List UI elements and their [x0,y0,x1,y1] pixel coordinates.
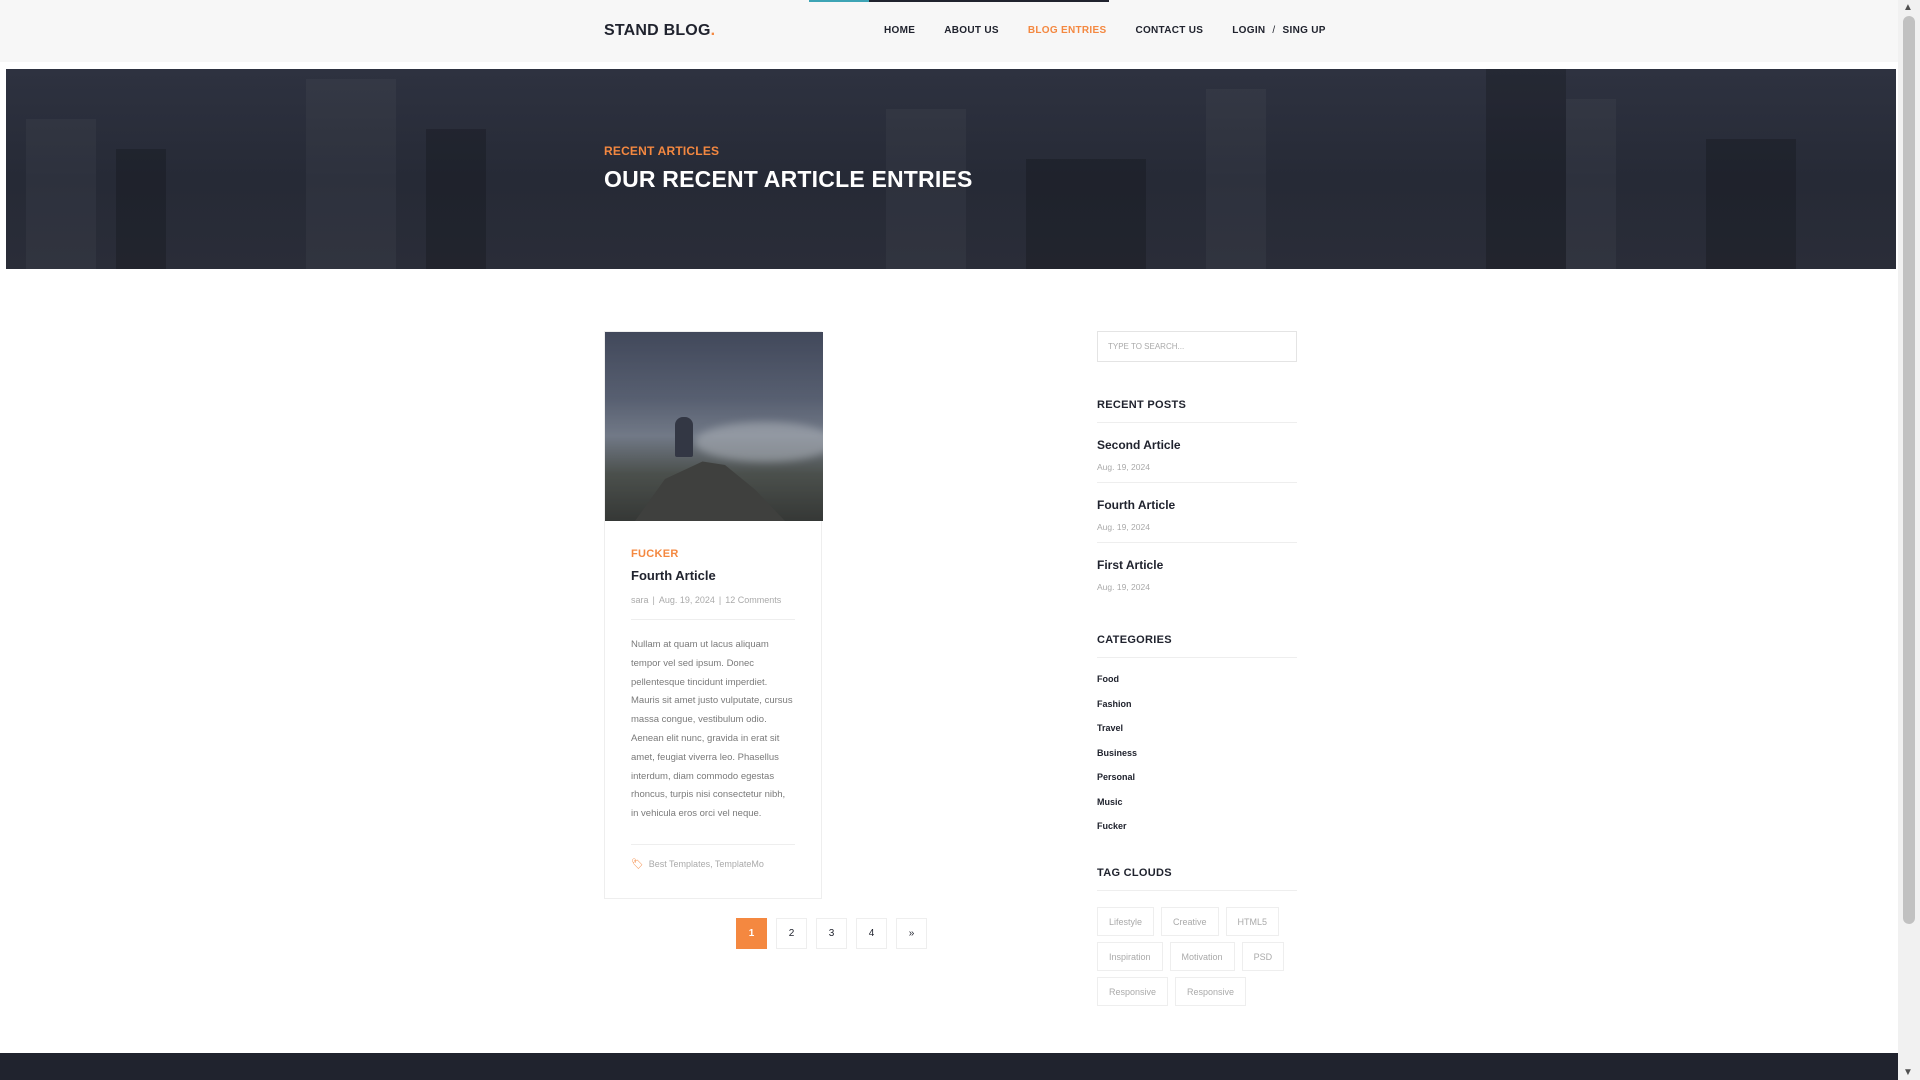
category-list: Food Fashion Travel Business Personal Mu… [1097,674,1297,846]
recent-post-title[interactable]: First Article [1097,558,1297,572]
page-heading-banner: RECENT ARTICLES OUR RECENT ARTICLE ENTRI… [6,69,1896,269]
post-date[interactable]: Aug. 19, 2024 [659,595,715,605]
page-scrollbar[interactable]: ▲ ▼ [1898,0,1920,1080]
post-category[interactable]: FUCKER [631,548,795,560]
nav-login[interactable]: LOGIN [1232,25,1265,36]
post-title[interactable]: Fourth Article [631,568,795,583]
blog-post-card: FUCKER Fourth Article sara | Aug. 19, 20… [604,331,823,899]
category-link-music[interactable]: Music [1097,797,1297,822]
tag-responsive[interactable]: Responsive [1175,976,1247,1006]
post-comments[interactable]: 12 Comments [725,595,781,605]
nav-contact[interactable]: CONTACT US [1135,25,1203,36]
tags-icon: 🏷 [631,858,644,870]
tag-clouds-heading: TAG CLOUDS [1097,867,1297,891]
page-1-button[interactable]: 1 [736,918,767,949]
recent-post-date: Aug. 19, 2024 [1097,522,1150,532]
nav-signup[interactable]: SING UP [1283,25,1326,36]
category-link-travel[interactable]: Travel [1097,723,1297,748]
tag-psd[interactable]: PSD [1241,941,1285,971]
page-title: OUR RECENT ARTICLE ENTRIES [604,166,973,192]
post-meta: sara | Aug. 19, 2024 | 12 Comments [631,595,782,605]
site-header: STAND BLOG. HOME ABOUT US BLOG ENTRIES C… [0,0,1898,62]
recent-post-title[interactable]: Second Article [1097,438,1297,452]
site-footer [0,1053,1898,1080]
header-accent-line [809,0,1109,2]
recent-post-item[interactable]: Second Article Aug. 19, 2024 [1097,423,1297,483]
recent-posts-heading: RECENT POSTS [1097,399,1297,423]
post-thumbnail[interactable] [605,332,823,521]
tag-motivation[interactable]: Motivation [1169,941,1235,971]
next-page-button[interactable]: » [896,918,927,949]
nav-about[interactable]: ABOUT US [944,25,999,36]
tag-lifestyle[interactable]: Lifestyle [1097,906,1155,936]
nav-blog-entries[interactable]: BLOG ENTRIES [1028,25,1107,36]
pagination: 1 2 3 4 » [736,918,927,949]
scroll-up-arrow-icon[interactable]: ▲ [1903,2,1913,13]
category-link-food[interactable]: Food [1097,674,1297,699]
post-author[interactable]: sara [631,595,649,605]
divider [631,619,795,620]
categories-heading: CATEGORIES [1097,634,1297,658]
tag-cloud: Lifestyle Creative HTML5 Inspiration Mot… [1097,906,1297,1006]
recent-post-item[interactable]: Fourth Article Aug. 19, 2024 [1097,483,1297,543]
tag-creative[interactable]: Creative [1161,906,1219,936]
main-nav: HOME ABOUT US BLOG ENTRIES CONTACT US LO… [884,25,1326,36]
hero-subtitle: RECENT ARTICLES [604,144,720,158]
recent-post-title[interactable]: Fourth Article [1097,498,1297,512]
category-link-fucker[interactable]: Fucker [1097,821,1297,846]
nav-home[interactable]: HOME [884,25,915,36]
post-tags-text[interactable]: Best Templates, TemplateMo [649,859,764,869]
scroll-down-arrow-icon[interactable]: ▼ [1903,1067,1913,1078]
page-3-button[interactable]: 3 [816,918,847,949]
category-link-business[interactable]: Business [1097,748,1297,773]
site-logo[interactable]: STAND BLOG. [604,22,715,40]
recent-posts-widget: RECENT POSTS Second Article Aug. 19, 202… [1097,399,1297,602]
tag-cloud-widget: TAG CLOUDS Lifestyle Creative HTML5 Insp… [1097,867,1297,1006]
recent-post-date: Aug. 19, 2024 [1097,462,1150,472]
categories-widget: CATEGORIES Food Fashion Travel Business … [1097,634,1297,846]
page-2-button[interactable]: 2 [776,918,807,949]
sidebar: RECENT POSTS Second Article Aug. 19, 202… [1097,331,1297,1006]
post-tags: 🏷 Best Templates, TemplateMo [631,843,795,870]
page-4-button[interactable]: 4 [856,918,887,949]
recent-post-date: Aug. 19, 2024 [1097,582,1150,592]
tag-responsive[interactable]: Responsive [1097,976,1169,1006]
search-input[interactable] [1097,331,1297,362]
category-link-fashion[interactable]: Fashion [1097,699,1297,724]
nav-separator: / [1272,25,1276,36]
post-excerpt: Nullam at quam ut lacus aliquam tempor v… [631,639,793,820]
tag-html5[interactable]: HTML5 [1225,906,1280,936]
recent-post-item[interactable]: First Article Aug. 19, 2024 [1097,543,1297,602]
tag-inspiration[interactable]: Inspiration [1097,941,1163,971]
category-link-personal[interactable]: Personal [1097,772,1297,797]
scroll-thumb[interactable] [1903,16,1915,924]
